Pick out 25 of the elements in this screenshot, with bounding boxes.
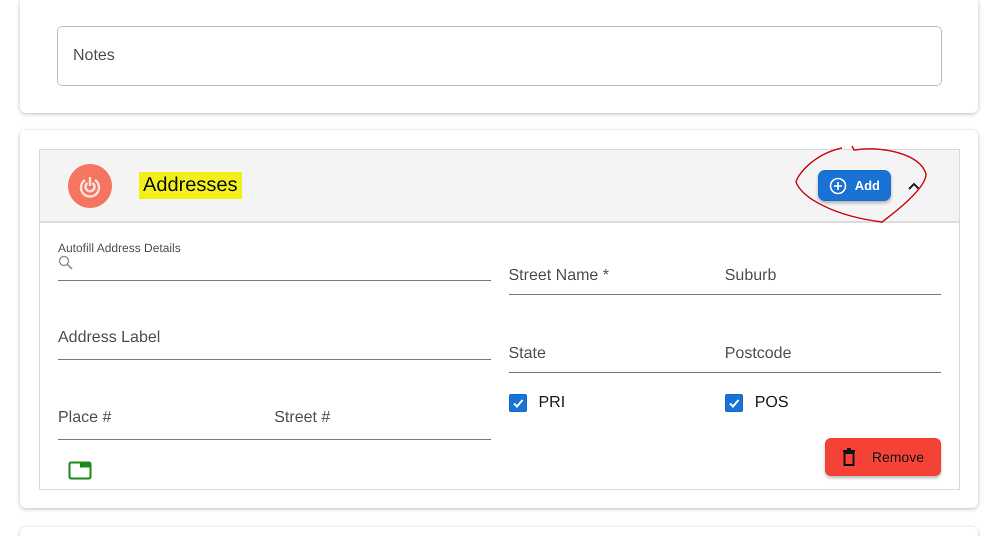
text-field[interactable]: Suburb bbox=[724, 257, 941, 295]
text-field[interactable]: Street # bbox=[274, 399, 490, 437]
text-field[interactable]: Postcode bbox=[724, 335, 941, 373]
chevron-icon bbox=[907, 180, 921, 190]
text-field[interactable]: Place # bbox=[58, 399, 274, 437]
remove-button[interactable]: Remove bbox=[824, 438, 941, 476]
checkbox[interactable]: POS bbox=[724, 394, 941, 412]
target-icon bbox=[68, 164, 112, 208]
text-field[interactable]: State bbox=[508, 335, 725, 373]
checkbox-box[interactable] bbox=[724, 394, 743, 412]
checkbox-label: PRI bbox=[538, 394, 566, 412]
search-icon bbox=[58, 255, 74, 271]
window-icon[interactable] bbox=[68, 460, 92, 480]
autofill-field[interactable]: Autofill Address Details bbox=[58, 241, 490, 281]
text-field[interactable]: Street Name * bbox=[508, 257, 725, 295]
checkbox[interactable]: PRI bbox=[508, 394, 725, 412]
plus-circle-icon bbox=[828, 176, 847, 194]
checkbox-label: POS bbox=[754, 394, 789, 412]
checkbox-box[interactable] bbox=[508, 394, 526, 412]
field-label: Autofill Address Details bbox=[58, 241, 182, 255]
trash-icon bbox=[842, 448, 856, 466]
add-button[interactable]: Add bbox=[818, 170, 891, 201]
section-title: Addresses bbox=[139, 172, 242, 199]
notes-field[interactable]: Notes bbox=[57, 26, 942, 86]
text-field[interactable]: Address Label bbox=[58, 319, 490, 357]
